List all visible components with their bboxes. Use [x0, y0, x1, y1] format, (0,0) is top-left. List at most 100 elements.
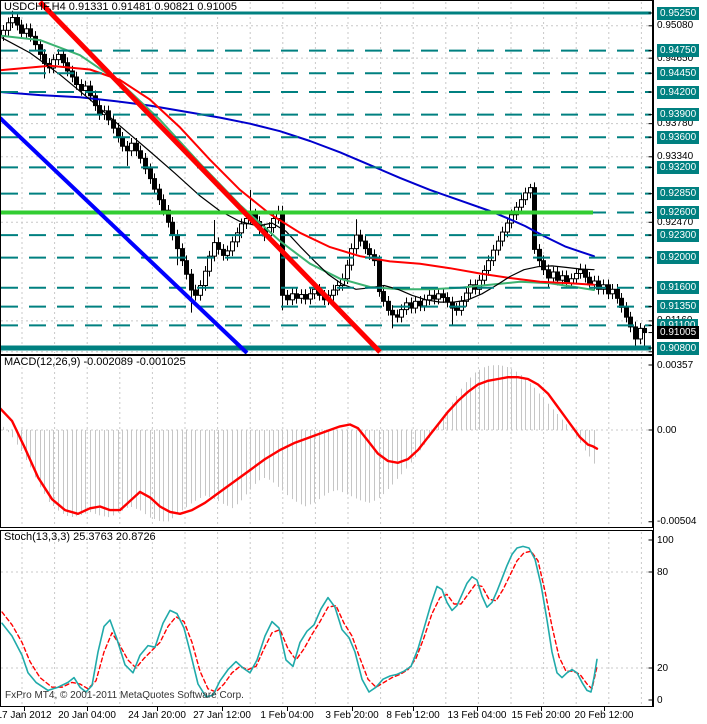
bear-candle-body	[390, 309, 395, 316]
bear-candle-body	[216, 242, 221, 250]
bull-candle-body	[345, 264, 350, 280]
bear-candle-body	[170, 221, 175, 236]
bull-candle-body	[436, 293, 441, 300]
time-axis-label: 20 Feb 12:00	[574, 710, 634, 721]
price-axis-label: 0.92850	[657, 187, 700, 201]
bull-candle-body	[560, 275, 565, 281]
stochastic-axis-label: 0	[657, 694, 663, 706]
price-axis-scale[interactable]: 0.95250 0.95080 0.94750 0.94650 0.94450 0.942…	[653, 0, 707, 707]
bull-candle-body	[1, 29, 6, 37]
price-axis-label: 0.93900	[657, 108, 700, 122]
price-axis-label: 0.95250	[657, 6, 700, 20]
bear-candle-body	[184, 260, 189, 275]
bull-candle-body	[578, 269, 583, 274]
bear-candle-body	[363, 240, 368, 250]
price-chart-panel[interactable]: USDCHF,H4 0.91331 0.91481 0.90821 0.9100…	[0, 0, 653, 355]
bear-candle-body	[454, 307, 459, 311]
price-axis-label: 0.90800	[657, 341, 700, 355]
bull-candle-body	[486, 260, 491, 271]
price-axis-label: 0.94200	[657, 85, 700, 99]
bull-candle-body	[551, 271, 556, 279]
bull-candle-body	[83, 85, 88, 92]
bear-candle-body	[193, 289, 198, 296]
bull-candle-body	[354, 234, 359, 250]
bear-candle-body	[180, 248, 185, 262]
bull-candle-body	[491, 249, 496, 262]
macd-canvas[interactable]	[0, 355, 653, 528]
mt4-chart-window: USDCHF,H4 0.91331 0.91481 0.90821 0.9100…	[0, 0, 707, 724]
bull-candle-body	[24, 28, 29, 34]
time-axis-label: 8 Feb 12:00	[386, 710, 440, 721]
bull-candle-body	[225, 250, 230, 256]
bull-candle-body	[312, 288, 317, 295]
bear-candle-body	[642, 327, 647, 334]
panel-border	[0, 355, 653, 528]
price-axis-label: 0.95080	[657, 20, 694, 32]
bear-candle-body	[28, 28, 33, 37]
price-axis-label: 0.91350	[657, 300, 700, 314]
bear-candle-body	[189, 273, 194, 291]
ma-black-fast	[1, 37, 595, 303]
bear-candle-body	[615, 288, 620, 299]
time-axis-label: 24 Jan 20:00	[128, 710, 186, 721]
macd-axis-label: -0.00504	[657, 516, 697, 528]
bear-candle-body	[541, 260, 546, 271]
macd-axis-label: 0.00357	[657, 359, 694, 371]
bear-candle-body	[285, 294, 290, 301]
time-axis-label: 20 Jan 04:00	[58, 710, 116, 721]
bull-candle-body	[308, 293, 313, 300]
stochastic-indicator-panel[interactable]: Stoch(13,3,3) 25.3763 20.8726 FxPro MT4,…	[0, 530, 653, 707]
stochastic-title: Stoch(13,3,3) 25.3763 20.8726	[4, 531, 156, 543]
bear-candle-body	[537, 248, 542, 262]
price-axis-label: 0.93200	[657, 160, 700, 174]
bear-candle-body	[358, 234, 363, 242]
bull-candle-body	[500, 231, 505, 242]
bear-candle-body	[116, 127, 121, 138]
macd-indicator-panel[interactable]: MACD(12,26,9) -0.002089 -0.001025	[0, 355, 653, 528]
bear-candle-body	[432, 294, 437, 300]
bear-candle-body	[583, 269, 588, 278]
bear-candle-body	[555, 271, 560, 281]
bull-candle-body	[230, 241, 235, 252]
bear-candle-body	[134, 142, 139, 152]
bull-candle-body	[505, 222, 510, 233]
bull-candle-body	[523, 192, 528, 201]
bear-candle-body	[409, 302, 414, 309]
downtrend-line-red	[38, 0, 382, 354]
current-price-label: 0.91005	[657, 326, 700, 340]
bull-candle-body	[528, 187, 533, 194]
bull-candle-body	[331, 289, 336, 296]
time-axis-label: 1 Feb 04:00	[260, 710, 314, 721]
bear-candle-body	[61, 53, 66, 64]
stochastic-axis-label: 100	[657, 534, 674, 546]
bear-candle-body	[152, 178, 157, 190]
bear-candle-body	[19, 24, 24, 34]
bull-candle-body	[290, 293, 295, 301]
bull-candle-body	[129, 142, 134, 152]
bear-candle-body	[445, 297, 450, 303]
bull-candle-body	[638, 327, 643, 340]
bear-candle-body	[418, 300, 423, 307]
bear-candle-body	[367, 248, 372, 256]
stochastic-canvas[interactable]	[0, 530, 653, 707]
time-axis-label: 13 Feb 04:00	[447, 710, 507, 721]
bull-candle-body	[413, 300, 418, 309]
macd-title: MACD(12,26,9) -0.002089 -0.001025	[4, 356, 186, 368]
stochastic-axis-label: 80	[657, 566, 669, 578]
bear-candle-body	[157, 188, 162, 201]
time-axis-label: 3 Feb 20:00	[325, 710, 379, 721]
bear-candle-body	[606, 284, 611, 295]
bear-candle-body	[294, 293, 299, 299]
panel-border	[0, 0, 653, 355]
bear-candle-body	[303, 294, 308, 300]
bear-candle-body	[120, 136, 125, 147]
time-axis-scale[interactable]: 17 Jan 2012 20 Jan 04:00 24 Jan 20:00 27 Ja…	[0, 707, 707, 724]
time-axis-label: 15 Feb 20:00	[511, 710, 571, 721]
bear-candle-body	[441, 293, 446, 299]
bull-candle-body	[496, 240, 501, 251]
price-chart-canvas[interactable]	[0, 0, 653, 355]
bull-candle-body	[427, 294, 432, 301]
bear-candle-body	[79, 84, 84, 92]
bear-candle-body	[88, 85, 93, 97]
bull-candle-body	[610, 288, 615, 295]
